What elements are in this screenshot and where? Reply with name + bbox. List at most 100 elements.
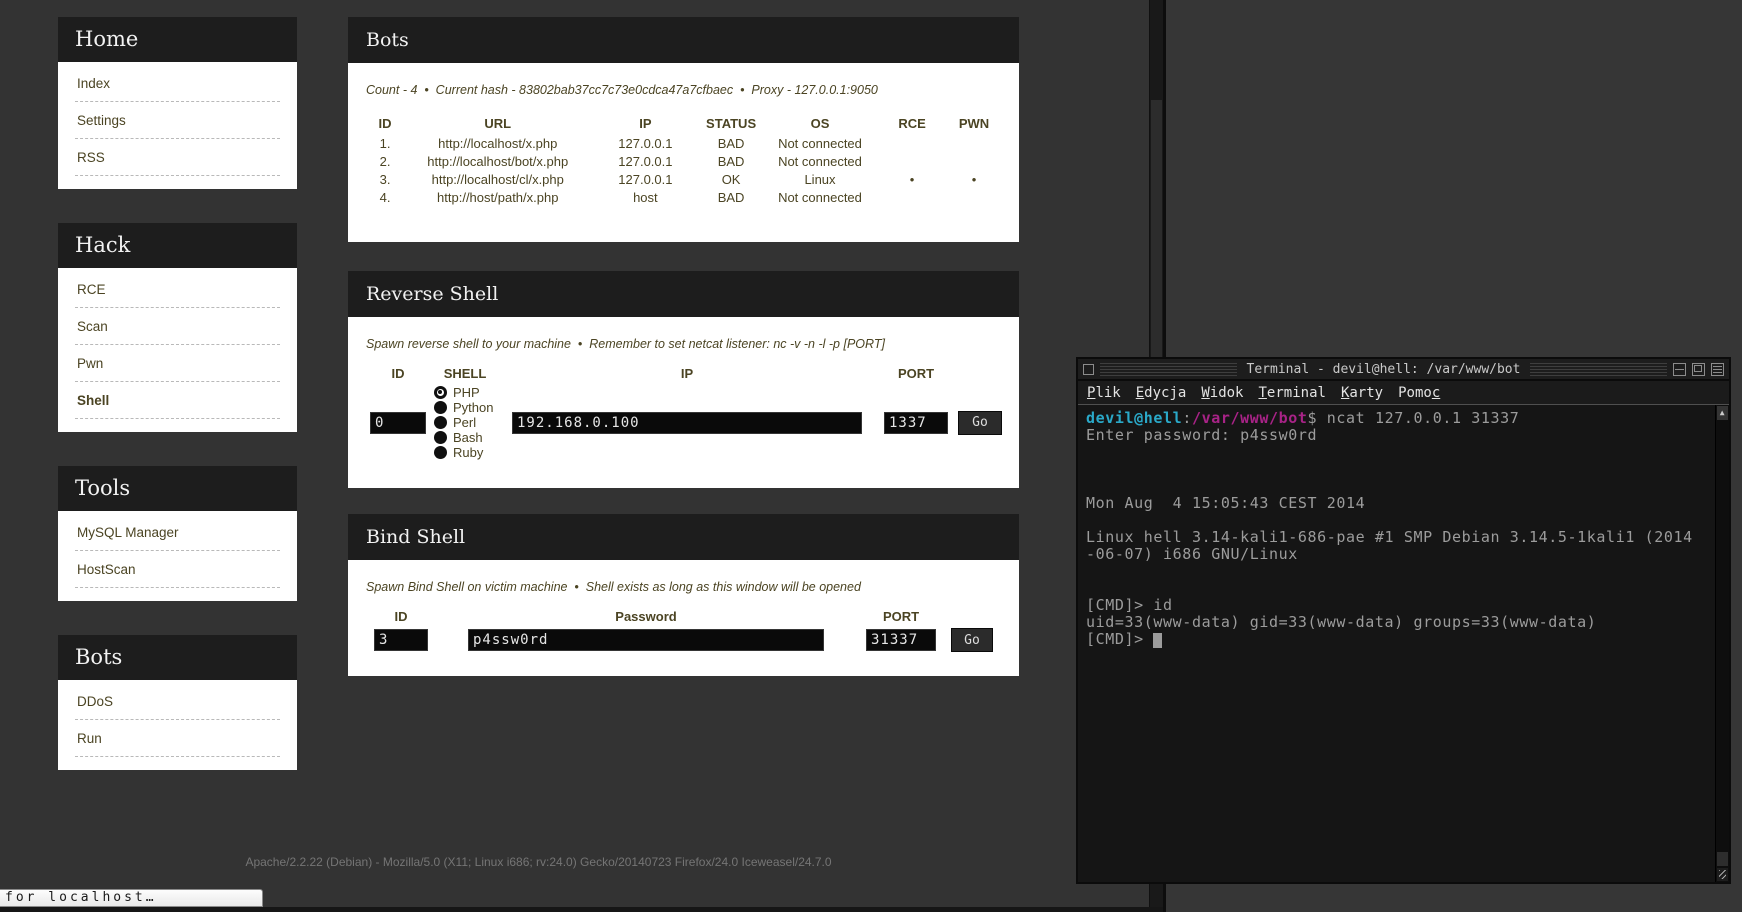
- cell-status: OK: [699, 170, 763, 188]
- scroll-up-arrow-icon[interactable]: ▲: [1717, 406, 1728, 420]
- server-signature: Apache/2.2.22 (Debian) - Mozilla/5.0 (X1…: [58, 855, 1019, 869]
- prompt-user: devil@hell: [1086, 409, 1182, 427]
- resize-grip-icon[interactable]: [1717, 868, 1728, 881]
- cell-pwn: [947, 134, 1001, 152]
- cell-url: http://localhost/bot/x.php: [404, 152, 591, 170]
- menu-plik[interactable]: Plik: [1087, 385, 1121, 401]
- terminal-line: [1086, 512, 1707, 529]
- terminal-line: [1086, 580, 1707, 597]
- terminal-line: uid=33(www-data) gid=33(www-data) groups…: [1086, 614, 1707, 631]
- sidebar-item-index[interactable]: Index: [75, 65, 280, 102]
- terminal-line: Linux hell 3.14-kali1-686-pae #1 SMP Deb…: [1086, 529, 1707, 546]
- cell-id: 1.: [366, 134, 404, 152]
- sidebar-section-title: Hack: [58, 223, 297, 268]
- bots-panel: Bots Count - 4 • Current hash - 83802bab…: [348, 17, 1019, 242]
- reverse-port-input[interactable]: [884, 412, 948, 434]
- reverse-shell-form: ID SHELL IP PORT PHP: [366, 366, 1001, 460]
- terminal-line: -06-07) i686 GNU/Linux: [1086, 546, 1707, 563]
- table-row: 1. http://localhost/x.php 127.0.0.1 BAD …: [366, 134, 1001, 152]
- close-button[interactable]: [1711, 363, 1724, 376]
- sidebar-section-title: Tools: [58, 466, 297, 511]
- terminal-title-bar[interactable]: Terminal - devil@hell: /var/www/bot: [1078, 359, 1729, 381]
- browser-bottom-edge: [0, 907, 1163, 912]
- browser-window: Home Index Settings RSS Hack RCE Scan Pw…: [0, 0, 1166, 912]
- terminal-cursor: [1153, 633, 1162, 648]
- cell-pwn-dot: •: [947, 170, 1001, 188]
- sidebar-item-pwn[interactable]: Pwn: [75, 345, 280, 382]
- table-row: 4. http://host/path/x.php host BAD Not c…: [366, 188, 1001, 206]
- browser-status-bar: for localhost…: [0, 889, 263, 907]
- bind-port-input[interactable]: [866, 629, 936, 651]
- radio-ruby[interactable]: Ruby: [434, 445, 496, 460]
- terminal-line: [1086, 461, 1707, 478]
- bots-table: ID URL IP STATUS OS RCE PWN 1. http://lo: [366, 114, 1001, 206]
- sidebar-item-settings[interactable]: Settings: [75, 102, 280, 139]
- cell-os: Not connected: [763, 134, 877, 152]
- menu-edycja[interactable]: Edycja: [1136, 385, 1187, 401]
- terminal-line: [CMD]> id: [1086, 597, 1707, 614]
- sidebar-item-scan[interactable]: Scan: [75, 308, 280, 345]
- sidebar-item-run[interactable]: Run: [75, 720, 280, 757]
- sidebar-item-hostscan[interactable]: HostScan: [75, 551, 280, 588]
- sidebar-item-rss[interactable]: RSS: [75, 139, 280, 176]
- bots-panel-title: Bots: [348, 17, 1019, 63]
- sidebar-section-title: Home: [58, 17, 297, 62]
- menu-pomoc[interactable]: Pomoc: [1398, 385, 1440, 401]
- cell-id: 2.: [366, 152, 404, 170]
- cell-url: http://host/path/x.php: [404, 188, 591, 206]
- bind-id-input[interactable]: [374, 629, 428, 651]
- label-port: PORT: [884, 366, 948, 381]
- terminal-output[interactable]: devil@hell:/var/www/bot$ ncat 127.0.0.1 …: [1078, 405, 1729, 882]
- bind-password-input[interactable]: [468, 629, 824, 651]
- cell-ip: host: [591, 188, 699, 206]
- sidebar-item-rce[interactable]: RCE: [75, 271, 280, 308]
- bind-shell-meta: Spawn Bind Shell on victim machine • She…: [366, 580, 1001, 594]
- reverse-go-button[interactable]: Go: [958, 411, 1002, 435]
- cell-ip: 127.0.0.1: [591, 152, 699, 170]
- sidebar-section-home: Home Index Settings RSS: [58, 17, 297, 189]
- cell-status: BAD: [699, 188, 763, 206]
- radio-perl[interactable]: Perl: [434, 415, 496, 430]
- menu-widok[interactable]: Widok: [1201, 385, 1243, 401]
- bots-table-header-row: ID URL IP STATUS OS RCE PWN: [366, 114, 1001, 134]
- prompt-path: /var/www/bot: [1192, 409, 1308, 427]
- maximize-button[interactable]: [1692, 363, 1705, 376]
- radio-php[interactable]: PHP: [434, 385, 496, 400]
- terminal-line: [1086, 478, 1707, 495]
- col-status: STATUS: [699, 114, 763, 134]
- bind-shell-form: ID Password PORT Go: [366, 609, 1001, 652]
- col-id: ID: [366, 114, 404, 134]
- terminal-scrollbar[interactable]: ▲: [1715, 405, 1729, 882]
- cell-ip: 127.0.0.1: [591, 170, 699, 188]
- radio-python[interactable]: Python: [434, 400, 496, 415]
- cell-pwn: [947, 152, 1001, 170]
- terminal-window-title: Terminal - devil@hell: /var/www/bot: [1243, 362, 1525, 377]
- window-menu-icon[interactable]: [1083, 364, 1094, 375]
- cell-id: 3.: [366, 170, 404, 188]
- col-ip: IP: [591, 114, 699, 134]
- sidebar-item-mysql-manager[interactable]: MySQL Manager: [75, 514, 280, 551]
- sidebar-section-tools: Tools MySQL Manager HostScan: [58, 466, 297, 601]
- cell-rce-dot: •: [877, 170, 947, 188]
- terminal-line: [1086, 444, 1707, 461]
- sidebar: Home Index Settings RSS Hack RCE Scan Pw…: [58, 17, 297, 804]
- sidebar-section-hack: Hack RCE Scan Pwn Shell: [58, 223, 297, 432]
- sidebar-item-ddos[interactable]: DDoS: [75, 683, 280, 720]
- sidebar-item-shell-active[interactable]: Shell: [75, 382, 280, 419]
- menu-karty[interactable]: Karty: [1341, 385, 1383, 401]
- cmd-prompt-line: [CMD]>: [1086, 631, 1707, 648]
- bind-go-button[interactable]: Go: [951, 628, 993, 652]
- bind-shell-panel: Bind Shell Spawn Bind Shell on victim ma…: [348, 514, 1019, 676]
- cell-os: Linux: [763, 170, 877, 188]
- main-content: Bots Count - 4 • Current hash - 83802bab…: [348, 17, 1019, 676]
- col-os: OS: [763, 114, 877, 134]
- minimize-button[interactable]: [1673, 363, 1686, 376]
- cell-os: Not connected: [763, 188, 877, 206]
- reverse-ip-input[interactable]: [512, 412, 862, 434]
- menu-terminal[interactable]: Terminal: [1258, 385, 1325, 401]
- radio-bash[interactable]: Bash: [434, 430, 496, 445]
- scroll-down-button[interactable]: [1717, 852, 1728, 866]
- reverse-id-input[interactable]: [370, 412, 426, 434]
- cell-ip: 127.0.0.1: [591, 134, 699, 152]
- cell-url: http://localhost/x.php: [404, 134, 591, 152]
